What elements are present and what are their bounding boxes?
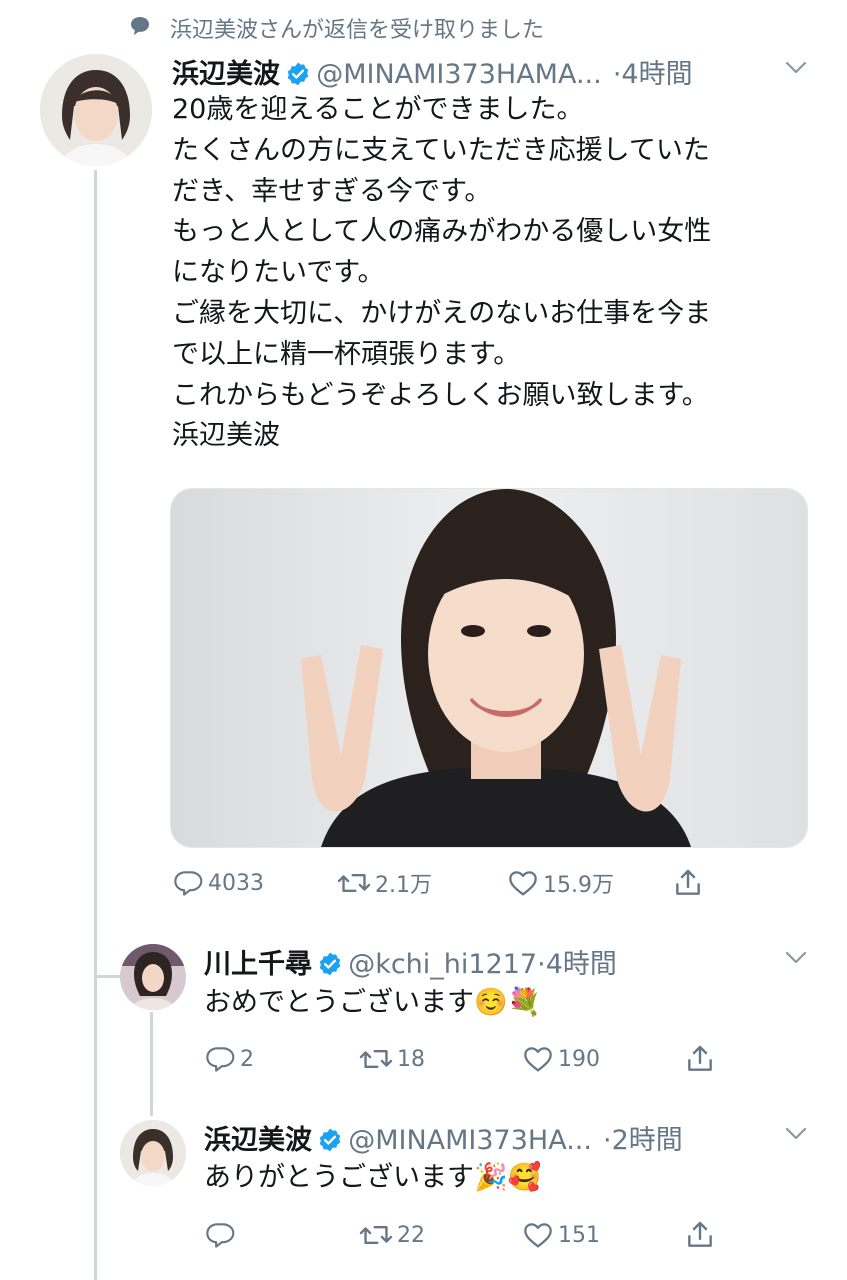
tweet-line: これからもどうぞよろしくお願い致します。 (172, 379, 709, 411)
share-button[interactable] (684, 1043, 716, 1075)
reply-header: 川上千尋 @kchi_hi1217·4時間 (204, 942, 617, 981)
reply-count: 2 (240, 1046, 254, 1072)
tweet-line: ご縁を大切に、かけがえのないお仕事を今ま (172, 297, 712, 329)
like-button[interactable]: 151 (522, 1219, 600, 1251)
avatar[interactable] (40, 54, 152, 166)
reply-icon (206, 1047, 235, 1072)
retweet-count: 22 (397, 1222, 425, 1248)
retweet-icon (359, 1225, 393, 1245)
share-icon (688, 1221, 712, 1247)
like-count: 190 (558, 1046, 600, 1072)
timestamp[interactable]: ·4時間 (537, 949, 617, 980)
thread-branch-horizontal (94, 975, 122, 978)
verified-badge-icon (319, 1128, 341, 1152)
reply-icon (206, 1223, 235, 1248)
share-button[interactable] (684, 1219, 716, 1251)
tweet-line: 浜辺美波 (172, 420, 280, 452)
tweet-line: で以上に精一杯頑張ります。 (172, 338, 521, 370)
tweet-line: 20歳を迎えることができました。 (172, 94, 584, 125)
tweet-text: 20歳を迎えることができました。 たくさんの方に支えていただき応援していた だき… (172, 90, 711, 457)
share-icon (688, 1045, 712, 1071)
handle[interactable]: @MINAMI373HA... (348, 1125, 592, 1156)
reply-context-label: 浜辺美波さんが返信を受け取りました (170, 18, 545, 43)
avatar[interactable] (120, 1120, 186, 1186)
retweet-button[interactable]: 18 (359, 1043, 425, 1075)
share-button[interactable] (672, 867, 704, 899)
reply-header: 浜辺美波 @MINAMI373HA... ·2時間 (204, 1118, 683, 1157)
chevron-down-icon[interactable] (784, 950, 808, 966)
retweet-count: 18 (397, 1046, 425, 1072)
thread-branch-vertical (150, 1012, 153, 1116)
chevron-down-icon[interactable] (784, 1126, 808, 1142)
tweet-line: になりたいです。 (172, 257, 385, 289)
timestamp[interactable]: ·2時間 (603, 1125, 683, 1156)
reply-button[interactable] (204, 1219, 240, 1251)
display-name[interactable]: 浜辺美波 (204, 1125, 312, 1156)
verified-badge-icon (287, 62, 309, 86)
reply-count: 4033 (208, 870, 264, 896)
tweet-line: たくさんの方に支えていただき応援していた (172, 134, 710, 166)
reply-icon (174, 871, 203, 896)
reply-text: ありがとうございます🎉🥰 (204, 1162, 542, 1193)
reply-button[interactable]: 4033 (172, 867, 264, 899)
tweet-actions: 4033 2.1万 15.9万 (172, 866, 712, 900)
display-name[interactable]: 川上千尋 (204, 949, 312, 980)
retweet-button[interactable]: 2.1万 (337, 867, 432, 899)
display-name[interactable]: 浜辺美波 (172, 59, 280, 90)
like-icon (524, 1047, 552, 1072)
tweet-line: だき、幸せすぎる今です。 (172, 175, 492, 207)
avatar[interactable] (120, 944, 186, 1010)
retweet-count: 2.1万 (375, 873, 432, 898)
like-button[interactable]: 190 (522, 1043, 600, 1075)
share-icon (676, 869, 700, 895)
retweet-button[interactable]: 22 (359, 1219, 425, 1251)
tweet-actions: 22 151 (204, 1218, 724, 1252)
tweet-actions: 2 18 190 (204, 1042, 724, 1076)
timestamp[interactable]: ·4時間 (613, 59, 693, 90)
handle[interactable]: @MINAMI373HAMA... (316, 59, 602, 90)
reply-text: おめでとうございます☺️💐 (204, 987, 542, 1018)
like-count: 151 (558, 1222, 600, 1248)
like-icon (509, 871, 537, 896)
like-count: 15.9万 (543, 873, 614, 898)
reply-button[interactable]: 2 (204, 1043, 254, 1075)
speech-bubble-icon (131, 17, 149, 35)
like-button[interactable]: 15.9万 (507, 867, 614, 899)
tweet-header: 浜辺美波 @MINAMI373HAMA... ·4時間 (172, 52, 693, 91)
retweet-icon (359, 1049, 393, 1069)
chevron-down-icon[interactable] (784, 60, 808, 76)
tweet-line: もっと人として人の痛みがわかる優しい女性 (172, 216, 712, 248)
thread-line (94, 170, 97, 1280)
retweet-icon (337, 873, 371, 893)
handle[interactable]: @kchi_hi1217 (348, 949, 537, 980)
like-icon (524, 1223, 552, 1248)
tweet-photo[interactable] (170, 488, 808, 848)
verified-badge-icon (319, 952, 341, 976)
